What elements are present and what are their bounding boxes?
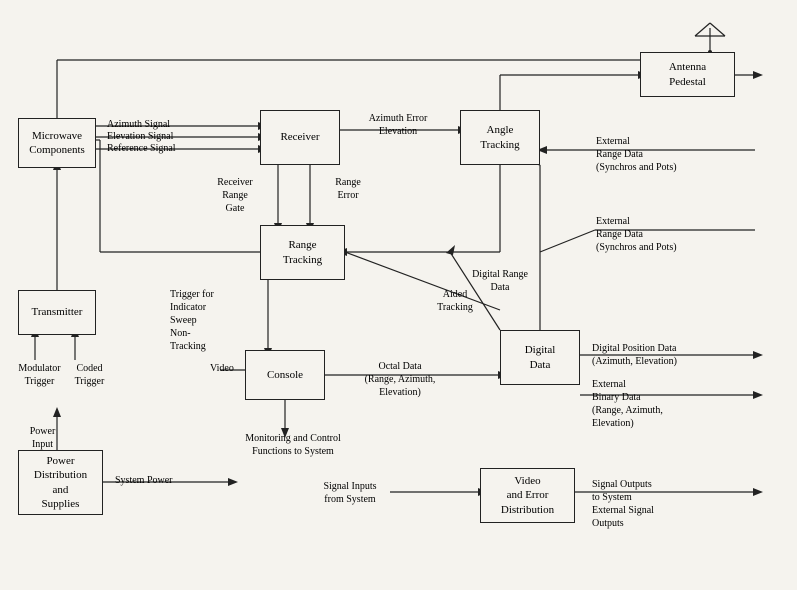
signal-inputs-label: Signal Inputsfrom System <box>300 480 400 506</box>
azimuth-error-label: Azimuth ErrorElevation <box>348 112 448 138</box>
signal-outputs-label: Signal Outputsto SystemExternal SignalOu… <box>592 478 747 530</box>
external-binary-label: ExternalBinary Data(Range, Azimuth,Eleva… <box>592 378 752 430</box>
power-distribution-box: PowerDistributionandSupplies <box>18 450 103 515</box>
external-range-data-2-label: ExternalRange Data(Synchros and Pots) <box>596 215 746 254</box>
microwave-components-box: MicrowaveComponents <box>18 118 96 168</box>
coded-trigger-label: CodedTrigger <box>62 362 117 388</box>
digital-range-data-label: Digital RangeData <box>460 268 540 294</box>
transmitter-box: Transmitter <box>18 290 96 335</box>
video-label: Video <box>210 362 234 375</box>
console-box: Console <box>245 350 325 400</box>
digital-data-box: DigitalData <box>500 330 580 385</box>
monitoring-label: Monitoring and ControlFunctions to Syste… <box>228 432 358 458</box>
system-block-diagram: AntennaPedestal MicrowaveComponents Azim… <box>0 0 797 590</box>
modulator-trigger-label: ModulatorTrigger <box>12 362 67 388</box>
antenna-symbol <box>690 18 730 53</box>
video-error-box: Videoand ErrorDistribution <box>480 468 575 523</box>
angle-tracking-box: AngleTracking <box>460 110 540 165</box>
octal-data-label: Octal Data(Range, Azimuth,Elevation) <box>340 360 460 399</box>
system-power-label: System Power <box>115 474 173 487</box>
reference-signal-label: Reference Signal <box>107 142 176 155</box>
antenna-pedestal-box: AntennaPedestal <box>640 52 735 97</box>
external-range-data-1-label: ExternalRange Data(Synchros and Pots) <box>596 135 746 174</box>
trigger-label: Trigger forIndicatorSweepNon-Tracking <box>170 288 250 353</box>
range-error-label: RangeError <box>318 176 378 202</box>
receiver-box: Receiver <box>260 110 340 165</box>
power-input-label: PowerInput <box>15 425 70 451</box>
range-tracking-box: RangeTracking <box>260 225 345 280</box>
digital-position-label: Digital Position Data(Azimuth, Elevation… <box>592 342 752 368</box>
receiver-range-gate-label: ReceiverRangeGate <box>200 176 270 215</box>
